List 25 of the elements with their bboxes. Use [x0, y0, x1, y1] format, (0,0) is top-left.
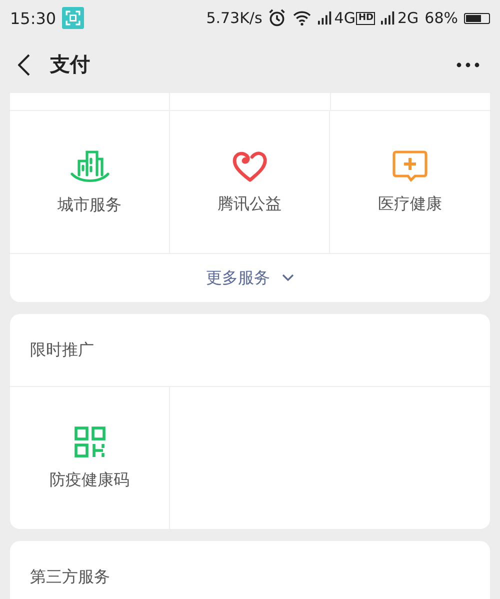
chevron-down-icon: [282, 274, 294, 282]
section-title: 限时推广: [10, 314, 490, 387]
more-icon[interactable]: [456, 62, 480, 68]
hd-badge: HD: [356, 12, 376, 24]
status-time: 15:30: [10, 8, 56, 28]
page-title: 支付: [50, 51, 90, 78]
screenshot-icon: [62, 7, 84, 29]
buildings-icon: [70, 148, 110, 182]
service-tile[interactable]: 医疗健康: [330, 111, 490, 253]
qr-code-icon: [74, 426, 106, 458]
network-speed: 5.73K/s: [206, 9, 262, 27]
service-tile[interactable]: 城市服务: [10, 111, 170, 253]
battery-percent: 68%: [424, 9, 458, 27]
back-icon[interactable]: [18, 54, 30, 76]
network-type: 2G: [397, 9, 419, 27]
signal-icon: [381, 11, 396, 25]
alarm-icon: [268, 9, 286, 27]
network-type: 4G: [334, 9, 356, 27]
service-tile[interactable]: 腾讯公益: [170, 111, 330, 253]
section-title: 第三方服务: [29, 566, 111, 588]
medical-chat-icon: [392, 150, 428, 182]
heart-icon: [232, 150, 268, 182]
wifi-icon: [292, 10, 312, 26]
signal-icon: [318, 11, 334, 25]
service-tile[interactable]: 防疫健康码: [10, 387, 170, 529]
